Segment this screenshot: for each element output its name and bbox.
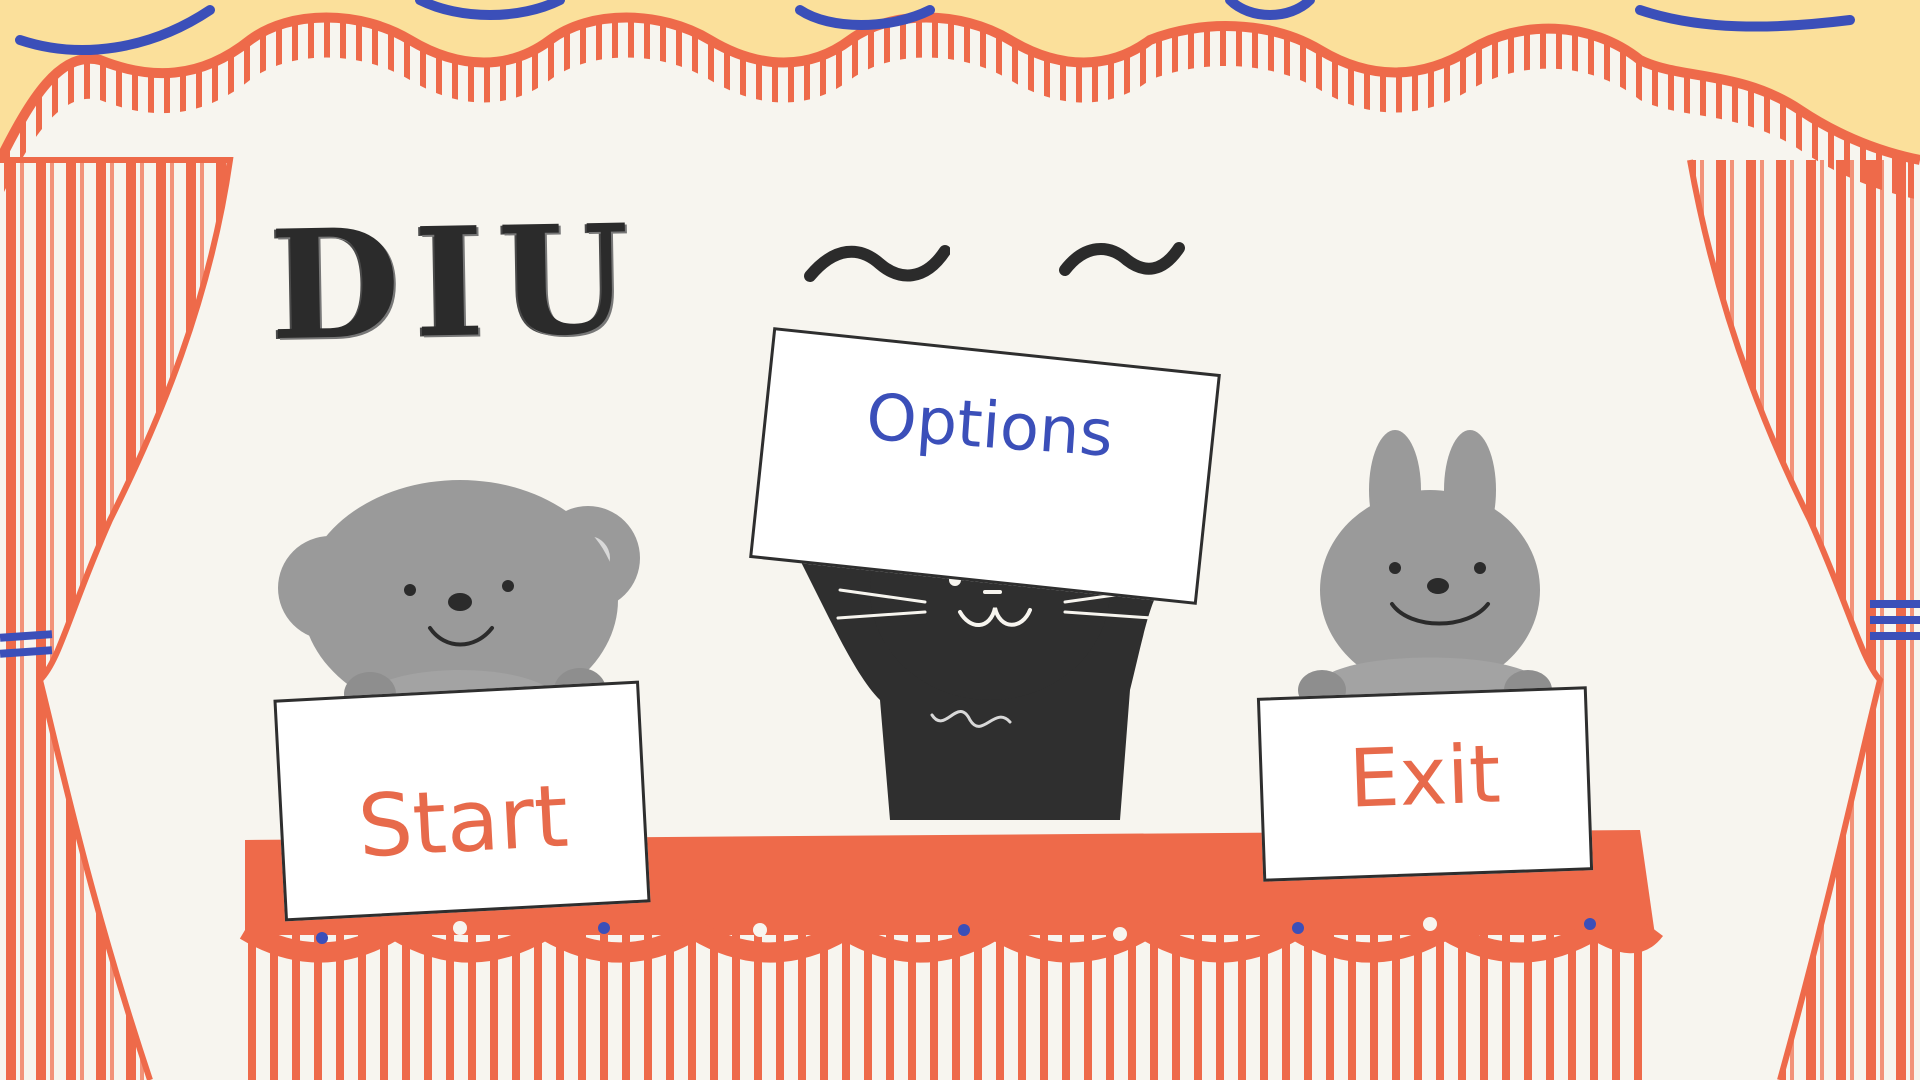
game-title: DIU [268,191,645,375]
tilde-squiggle-1 [804,245,950,282]
exit-label: Exit [1347,726,1503,826]
right-curtain [1687,159,1920,1080]
exit-button[interactable]: Exit [1256,686,1594,882]
options-label: Options [863,380,1115,472]
options-button[interactable]: Options [749,327,1221,605]
title-screen: DIU Options Start Exit [0,0,1920,1080]
tilde-squiggle-2 [1059,242,1185,276]
left-curtain [0,157,234,1080]
top-valance [0,0,1920,200]
start-button[interactable]: Start [273,680,651,922]
start-label: Start [355,766,571,878]
